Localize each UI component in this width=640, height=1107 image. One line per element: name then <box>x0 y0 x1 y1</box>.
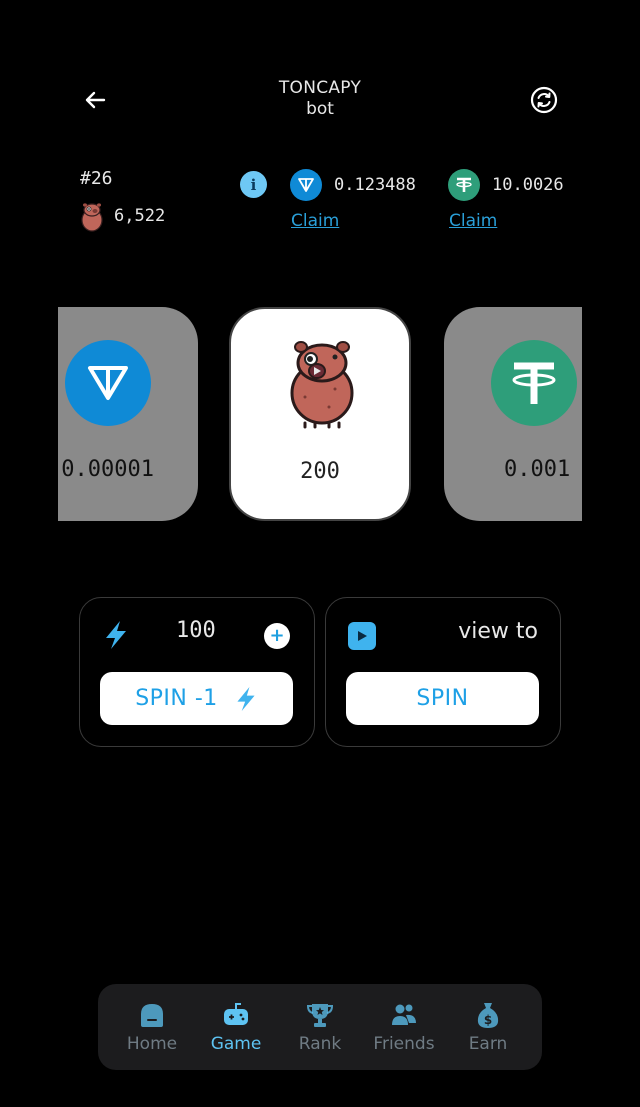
ad-panel: view to SPIN <box>325 597 561 747</box>
prize-carousel[interactable]: 0.00001 200 0.001 <box>58 307 582 523</box>
arrow-left-icon <box>85 91 106 109</box>
info-button[interactable]: i <box>240 171 267 198</box>
usdt-balance: 10.0026 <box>448 169 564 201</box>
ton-coin-icon <box>290 169 322 201</box>
page-title-block: TONCAPY bot <box>220 78 420 120</box>
tab-label: Home <box>126 1033 178 1054</box>
money-bag-icon: $ <box>477 1002 499 1028</box>
header: TONCAPY bot <box>0 0 640 140</box>
usdt-coin-icon <box>448 169 480 201</box>
page-subtitle: bot <box>306 99 334 119</box>
claim-usdt-link[interactable]: Claim <box>449 211 497 231</box>
prize-amount: 0.001 <box>504 457 571 482</box>
energy-value: 100 <box>176 618 216 643</box>
ton-balance-value: 0.123488 <box>334 175 416 195</box>
energy-panel: 100 + SPIN -1 <box>79 597 315 747</box>
page-title: TONCAPY <box>278 78 362 98</box>
rank-number: #26 <box>80 168 113 189</box>
prize-amount: 0.00001 <box>61 457 154 482</box>
tab-label: Earn <box>468 1033 508 1054</box>
prize-card-usdt: 0.001 <box>444 307 582 521</box>
add-energy-button[interactable]: + <box>264 623 290 649</box>
friends-icon <box>392 1004 416 1025</box>
plus-icon: + <box>269 625 285 646</box>
tab-rank[interactable]: Rank <box>280 1001 360 1054</box>
tab-game[interactable]: Game <box>196 1001 276 1054</box>
bottom-tab-bar: Home Game Rank Friends $ Earn <box>98 984 542 1070</box>
score-value: 6,522 <box>114 206 166 226</box>
prize-card-capy[interactable]: 200 <box>229 307 411 521</box>
svg-text:$: $ <box>484 1013 492 1027</box>
tab-home[interactable]: Home <box>112 1001 192 1054</box>
lightning-icon <box>237 686 255 711</box>
info-icon: i <box>250 175 257 194</box>
score-row: 6,522 <box>78 200 165 232</box>
prize-card-ton: 0.00001 <box>58 307 198 521</box>
tab-label: Game <box>210 1033 262 1054</box>
spin-energy-label: SPIN -1 <box>135 686 218 711</box>
gamepad-icon <box>224 1002 248 1025</box>
capybara-icon <box>290 341 354 429</box>
play-video-icon <box>348 622 376 650</box>
back-button[interactable] <box>80 86 110 114</box>
usdt-coin-icon <box>491 340 577 426</box>
tab-friends[interactable]: Friends <box>364 1001 444 1054</box>
tab-label: Friends <box>373 1033 435 1054</box>
tab-earn[interactable]: $ Earn <box>448 1001 528 1054</box>
claim-ton-link[interactable]: Claim <box>291 211 339 231</box>
ton-coin-icon <box>65 340 151 426</box>
spin-ad-button[interactable]: SPIN <box>346 672 539 725</box>
lightning-icon <box>106 621 126 649</box>
view-ad-label: view to <box>458 619 538 644</box>
capybara-avatar-icon <box>81 203 103 232</box>
prize-amount: 200 <box>300 459 340 484</box>
home-icon <box>141 1003 163 1027</box>
tab-label: Rank <box>298 1033 342 1054</box>
usdt-balance-value: 10.0026 <box>492 175 564 195</box>
ton-balance: 0.123488 <box>290 169 416 201</box>
refresh-button[interactable] <box>529 85 559 115</box>
trophy-icon <box>306 1003 334 1027</box>
refresh-icon <box>530 86 558 114</box>
spin-energy-button[interactable]: SPIN -1 <box>100 672 293 725</box>
spin-ad-label: SPIN <box>416 686 469 711</box>
